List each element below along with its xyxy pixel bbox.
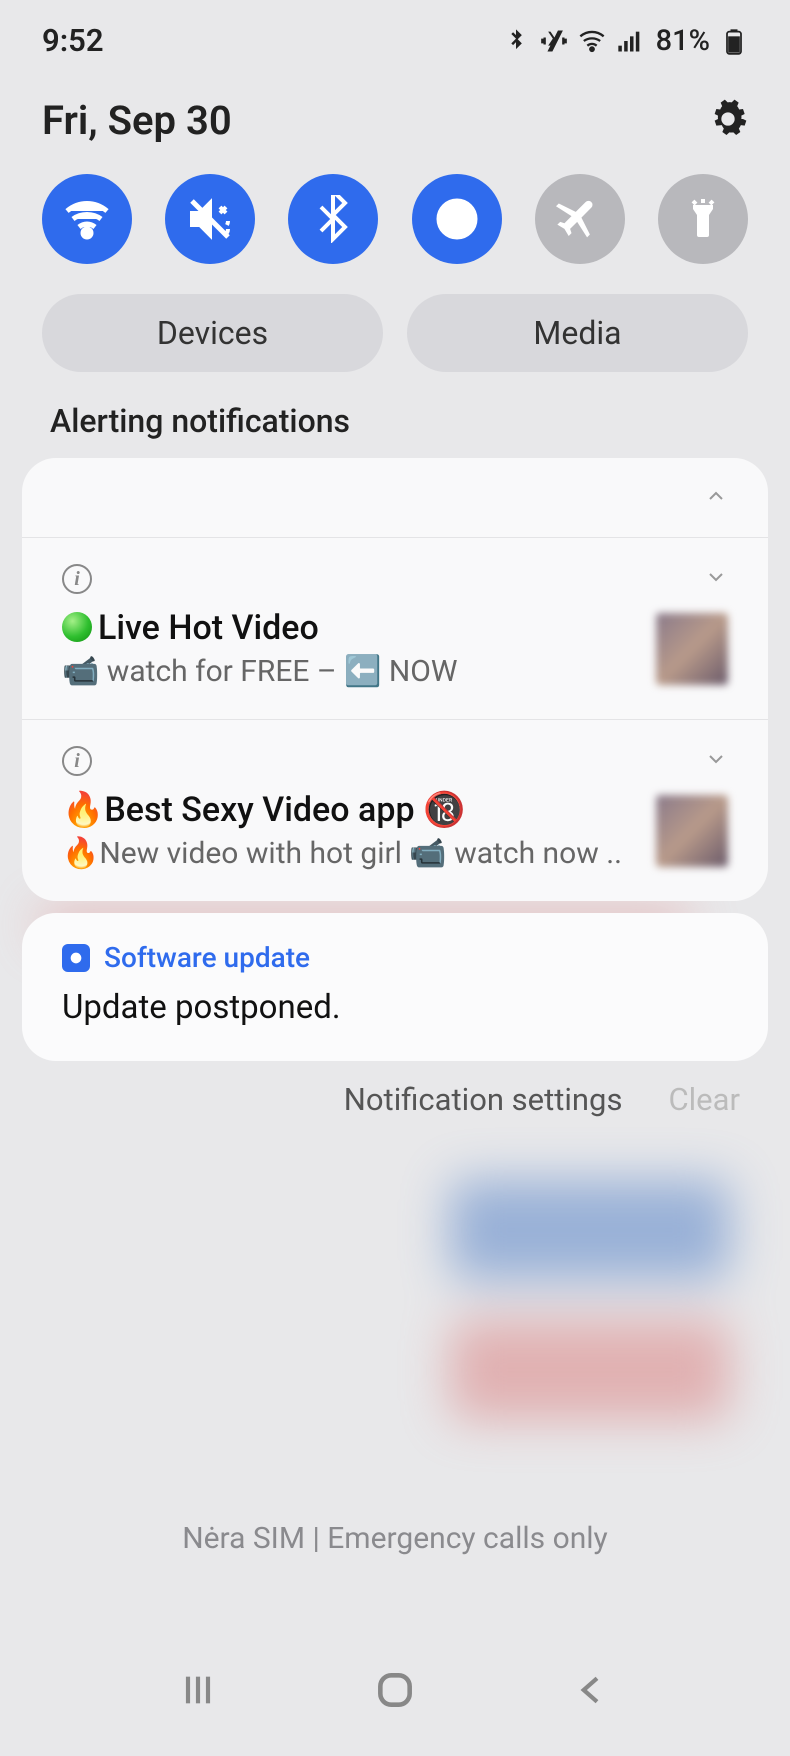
qs-flashlight-toggle[interactable] (658, 174, 748, 264)
chevron-up-icon (704, 484, 728, 512)
bluetooth-icon (309, 195, 357, 243)
pill-row: Devices Media (0, 294, 790, 402)
mute-vibrate-icon (186, 195, 234, 243)
chevron-down-icon (704, 747, 728, 775)
notification-title: 🔥Best Sexy Video app 🔞 (62, 790, 636, 830)
flashlight-icon (679, 195, 727, 243)
notification-thumbnail (656, 613, 728, 685)
notification-group: i Live Hot Video 📹 watch for FREE – ⬅️ N… (22, 458, 768, 901)
signal-icon (616, 27, 644, 55)
notification-subtitle: 📹 watch for FREE – ⬅️ NOW (62, 654, 636, 689)
chevron-down-icon (704, 565, 728, 593)
gear-icon (708, 99, 748, 139)
clear-button[interactable]: Clear (668, 1081, 740, 1118)
settings-gear-button[interactable] (708, 99, 748, 143)
quick-settings-row (0, 164, 790, 294)
notification-settings-button[interactable]: Notification settings (344, 1081, 623, 1118)
wifi-icon (578, 27, 606, 55)
system-notification[interactable]: Software update Update postponed. (22, 913, 768, 1061)
status-icons: 81% (502, 24, 748, 58)
qs-sound-toggle[interactable] (165, 174, 255, 264)
info-icon: i (62, 746, 92, 776)
notification-thumbnail (656, 795, 728, 867)
notification-title: Live Hot Video (62, 608, 636, 648)
bluetooth-icon (502, 27, 530, 55)
battery-text: 81% (656, 24, 710, 58)
qs-wifi-toggle[interactable] (42, 174, 132, 264)
software-update-icon (62, 944, 90, 972)
devices-button[interactable]: Devices (42, 294, 383, 372)
notification-item[interactable]: i Live Hot Video 📹 watch for FREE – ⬅️ N… (22, 538, 768, 720)
date-text: Fri, Sep 30 (42, 97, 232, 144)
wifi-icon (63, 195, 111, 243)
info-icon: i (62, 564, 92, 594)
qs-bluetooth-toggle[interactable] (288, 174, 378, 264)
vibrate-icon (540, 27, 568, 55)
notification-subtitle: 🔥New video with hot girl 📹 watch now .. (62, 836, 636, 871)
battery-icon (720, 27, 748, 55)
status-time: 9:52 (42, 22, 104, 59)
qs-airplane-toggle[interactable] (535, 174, 625, 264)
status-bar: 9:52 81% (0, 0, 790, 69)
footer-actions: Notification settings Clear (0, 1081, 790, 1138)
airplane-icon (556, 195, 604, 243)
date-row: Fri, Sep 30 (0, 69, 790, 164)
qs-rotate-toggle[interactable] (412, 174, 502, 264)
notification-item[interactable]: i 🔥Best Sexy Video app 🔞 🔥New video with… (22, 720, 768, 901)
alerting-section-label: Alerting notifications (0, 402, 790, 458)
system-notif-title: Update postponed. (62, 988, 728, 1027)
system-notif-app: Software update (104, 941, 310, 974)
notification-group-header[interactable] (22, 458, 768, 538)
media-button[interactable]: Media (407, 294, 748, 372)
auto-rotate-icon (433, 195, 481, 243)
